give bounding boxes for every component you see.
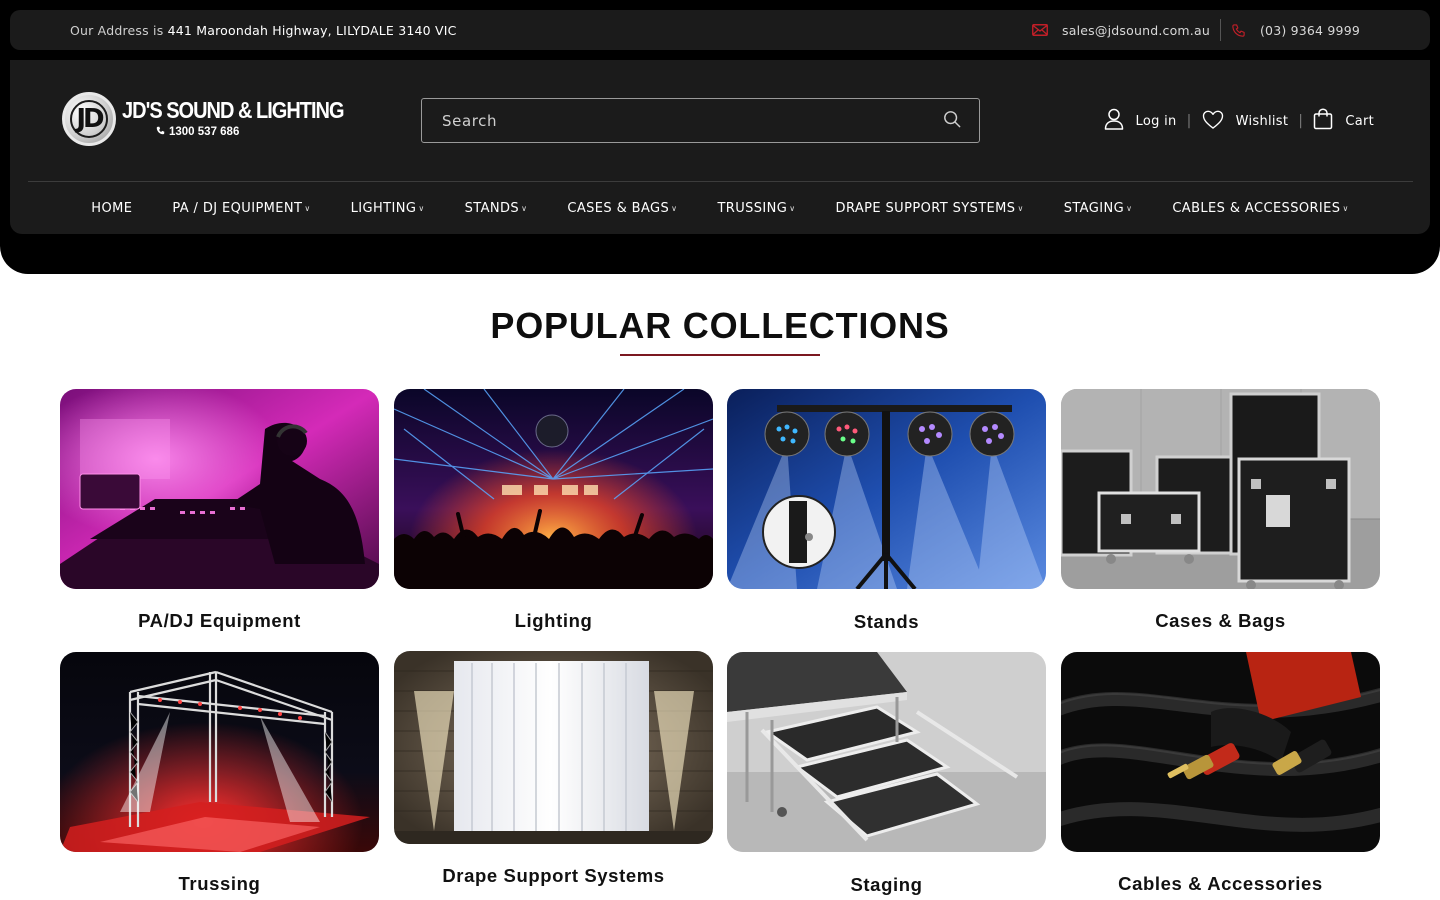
chevron-down-icon: ∨: [789, 203, 796, 213]
action-divider: |: [1298, 113, 1304, 129]
road-cases-image: [1061, 389, 1380, 589]
logo-phone-text: 1300 537 686: [169, 126, 240, 138]
email-text: sales@jdsound.com.au: [1062, 22, 1210, 38]
phone-link[interactable]: (03) 9364 9999: [1231, 23, 1360, 38]
nav-label: CASES & BAGS: [567, 200, 670, 216]
chevron-down-icon: ∨: [1017, 203, 1024, 213]
nav-label: CABLES & ACCESSORIES: [1172, 200, 1341, 216]
collection-card-lighting[interactable]: Lighting: [394, 389, 713, 631]
collection-label: Cases & Bags: [1155, 610, 1286, 631]
dj-mixer-image: [60, 389, 379, 589]
concert-lights-image: [394, 389, 713, 589]
header-actions: Log in | Wishlist | Cart: [1104, 108, 1374, 134]
user-icon: [1104, 108, 1124, 134]
chevron-down-icon: ∨: [671, 203, 678, 213]
nav-label: PA / DJ EQUIPMENT: [172, 200, 303, 216]
collection-label: PA/DJ Equipment: [138, 610, 301, 631]
collection-label: Cables & Accessories: [1118, 873, 1323, 894]
logo-badge-text: JD: [76, 104, 104, 134]
wishlist-label: Wishlist: [1235, 113, 1289, 129]
nav-pa-dj-equipment[interactable]: PA / DJ EQUIPMENT ∨: [152, 201, 330, 216]
address: Our Address is 441 Maroondah Highway, LI…: [70, 23, 457, 38]
email-link[interactable]: sales@jdsound.com.au: [1032, 23, 1210, 38]
title-underline: [620, 354, 820, 356]
nav-home[interactable]: HOME: [71, 201, 152, 216]
login-label: Log in: [1135, 113, 1177, 129]
login-link[interactable]: Log in: [1104, 108, 1177, 134]
address-value: 441 Maroondah Highway, LILYDALE 3140 VIC: [167, 22, 457, 38]
truss-stage-image: [60, 652, 379, 852]
heart-icon: [1202, 110, 1224, 133]
stage-steps-image: [727, 652, 1046, 852]
collection-card-cables-accessories[interactable]: Cables & Accessories: [1061, 652, 1380, 894]
search-input[interactable]: [442, 111, 902, 130]
collection-card-cases-bags[interactable]: Cases & Bags: [1061, 389, 1380, 631]
collection-card-trussing[interactable]: Trussing: [60, 652, 379, 894]
shopping-bag-icon: [1313, 108, 1333, 134]
nav-drape-support-systems[interactable]: DRAPE SUPPORT SYSTEMS ∨: [816, 201, 1044, 216]
nav-stands[interactable]: STANDS ∨: [445, 201, 548, 216]
chevron-down-icon: ∨: [1342, 203, 1349, 213]
main-header: JD JD'S SOUND & LIGHTING 1300 537 686 Se…: [10, 60, 1430, 234]
phone-icon: [1231, 23, 1246, 38]
logo-phone: 1300 537 686: [122, 126, 344, 138]
collection-label: Drape Support Systems: [442, 865, 665, 886]
announcement-bar: Our Address is 441 Maroondah Highway, LI…: [10, 10, 1430, 50]
logo-text: JD'S SOUND & LIGHTING 1300 537 686: [122, 98, 345, 138]
chevron-down-icon: ∨: [418, 203, 425, 213]
white-drape-image: [394, 651, 713, 844]
nav-label: HOME: [91, 200, 133, 216]
nav-label: LIGHTING: [350, 200, 417, 216]
site-header: Our Address is 441 Maroondah Highway, LI…: [0, 0, 1440, 274]
nav-cables-accessories[interactable]: CABLES & ACCESSORIES ∨: [1152, 201, 1368, 216]
search-bar: [421, 98, 980, 143]
nav-label: DRAPE SUPPORT SYSTEMS: [835, 200, 1016, 216]
logo-name: JD'S SOUND & LIGHTING: [122, 98, 345, 124]
search-icon: [943, 110, 961, 131]
rca-cable-image: [1061, 652, 1380, 852]
logo-badge: JD: [62, 92, 116, 146]
collection-card-drape-support[interactable]: Drape Support Systems: [394, 651, 713, 886]
collection-card-stands[interactable]: Stands: [727, 389, 1046, 632]
nav-staging[interactable]: STAGING ∨: [1044, 201, 1153, 216]
phone-text: (03) 9364 9999: [1259, 22, 1360, 38]
chevron-down-icon: ∨: [1126, 203, 1133, 213]
address-prefix: Our Address is: [70, 22, 164, 38]
nav-label: STANDS: [464, 200, 520, 216]
main-nav: HOME PA / DJ EQUIPMENT ∨ LIGHTING ∨ STANDS…: [10, 182, 1430, 234]
contact-links: sales@jdsound.com.au (03) 9364 9999: [1032, 19, 1360, 41]
collection-label: Lighting: [514, 610, 593, 631]
nav-cases-bags[interactable]: CASES & BAGS ∨: [547, 201, 697, 216]
collection-label: Staging: [850, 874, 923, 895]
cart-link[interactable]: Cart: [1313, 108, 1374, 134]
action-divider: |: [1186, 113, 1192, 129]
nav-label: STAGING: [1063, 200, 1125, 216]
cart-label: Cart: [1345, 113, 1374, 129]
chevron-down-icon: ∨: [304, 203, 311, 213]
nav-lighting[interactable]: LIGHTING ∨: [331, 201, 445, 216]
search-button[interactable]: [943, 110, 961, 131]
wishlist-link[interactable]: Wishlist: [1202, 110, 1289, 133]
divider: [1219, 19, 1221, 41]
phone-small-icon: [156, 126, 165, 138]
site-logo[interactable]: JD JD'S SOUND & LIGHTING 1300 537 686: [62, 92, 345, 146]
collection-label: Stands: [853, 611, 920, 632]
nav-label: TRUSSING: [717, 200, 788, 216]
lighting-stand-image: [727, 389, 1046, 589]
mail-icon: [1032, 24, 1048, 36]
chevron-down-icon: ∨: [521, 203, 528, 213]
nav-trussing[interactable]: TRUSSING ∨: [697, 201, 815, 216]
section-title: POPULAR COLLECTIONS: [490, 305, 950, 346]
collection-label: Trussing: [178, 873, 261, 894]
collection-card-staging[interactable]: Staging: [727, 652, 1046, 895]
collection-card-pa-dj[interactable]: PA/DJ Equipment: [60, 389, 379, 631]
